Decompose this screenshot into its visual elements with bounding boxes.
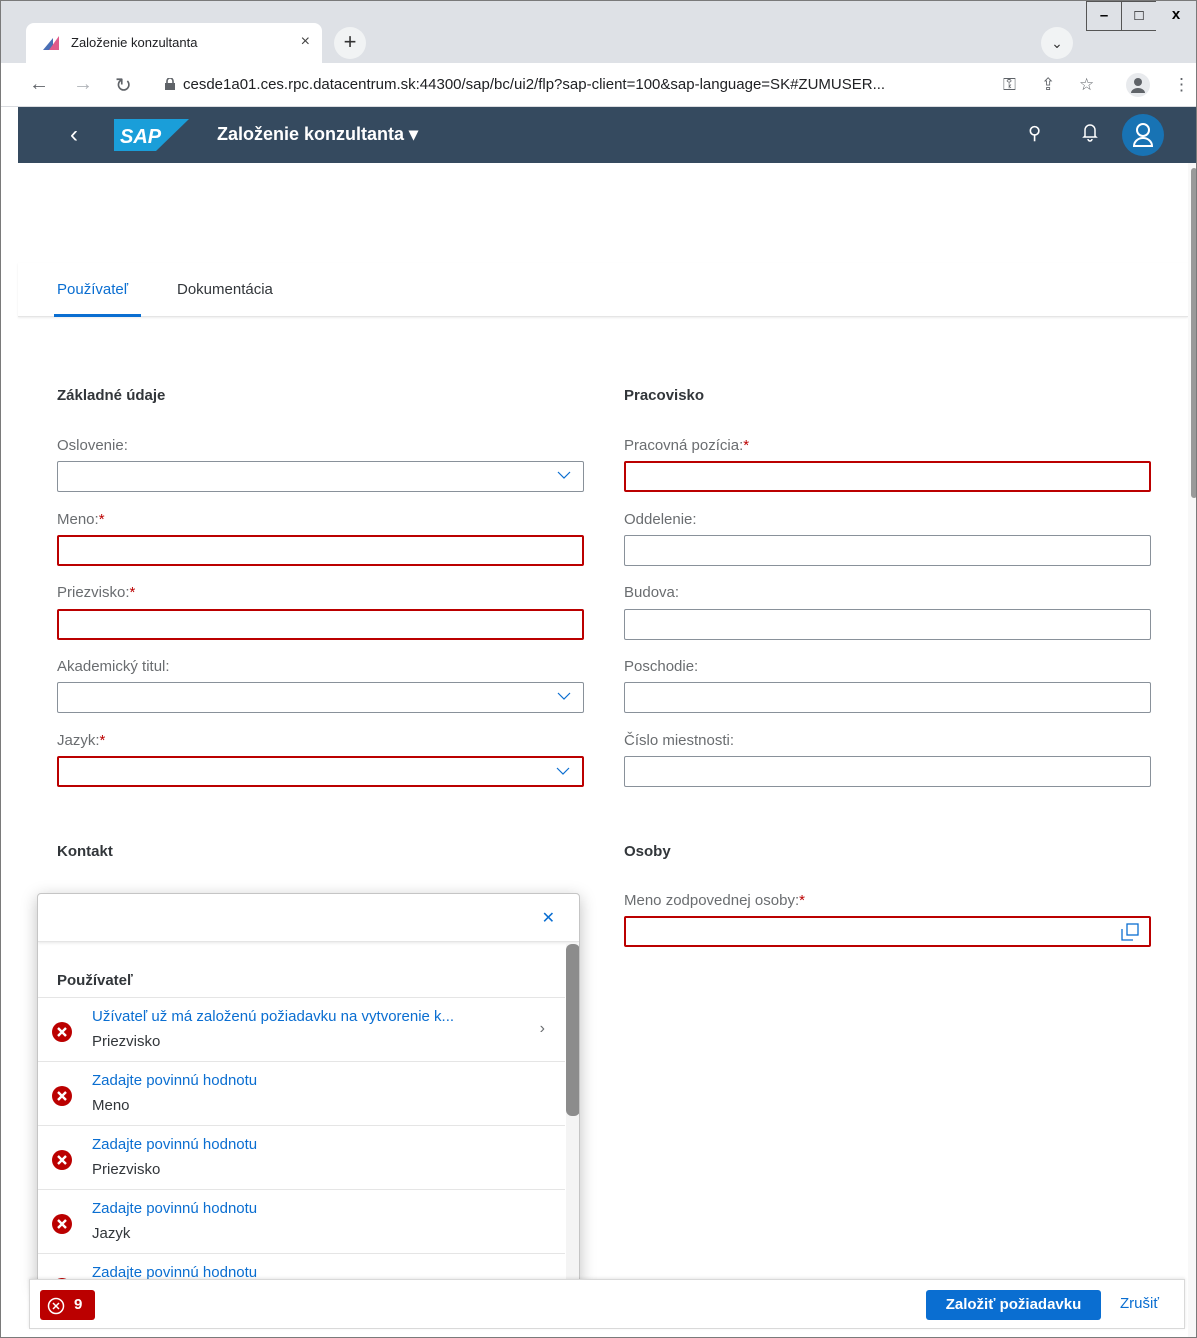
error-icon [52,1150,72,1170]
menu-kebab-icon[interactable]: ⋮ [1173,75,1190,95]
page-scrollbar[interactable] [1188,163,1196,1337]
language-label: Jazyk:* [57,732,106,749]
message-item[interactable]: Zadajte povinnú hodnotu Meno [38,1061,565,1125]
tab-title: Založenie konzultanta [71,35,198,50]
message-item[interactable]: Užívateľ už má založenú požiadavku na vy… [38,997,565,1061]
back-arrow-icon[interactable]: ← [29,73,49,96]
salutation-select[interactable] [57,461,584,492]
tab-documentation[interactable]: Dokumentácia [177,281,273,298]
popover-scroll-thumb[interactable] [566,944,579,1116]
first-name-input[interactable] [57,535,584,566]
key-icon[interactable]: ⚿ [1003,75,1016,95]
shell-back-icon[interactable]: ‹ [70,121,78,149]
responsible-person-input[interactable] [624,916,1151,947]
department-label: Oddelenie: [624,511,697,528]
error-icon [52,1086,72,1106]
room-input[interactable] [624,756,1151,787]
svg-text:SAP: SAP [120,126,162,148]
message-title[interactable]: Zadajte povinnú hodnotu [92,1072,257,1089]
message-subtitle: Meno [92,1097,130,1114]
error-icon [52,1214,72,1234]
cancel-button[interactable]: Zrušiť [1120,1295,1159,1312]
forward-arrow-icon[interactable]: → [73,73,93,96]
error-circle-icon [47,1297,65,1315]
search-icon[interactable]: ⚲ [1028,123,1041,144]
message-title[interactable]: Užívateľ už má založenú požiadavku na vy… [92,1008,454,1025]
first-name-label: Meno:* [57,511,105,528]
academic-title-label: Akademický titul: [57,658,170,675]
reload-icon[interactable]: ↻ [115,73,132,98]
submit-request-button[interactable]: Založiť požiadavku [926,1290,1101,1320]
browser-window: Založenie konzultanta × + ⌄ – □ x ← → ↻ … [0,0,1197,1338]
lock-icon [165,78,175,90]
error-count: 9 [74,1296,83,1313]
maximize-button[interactable]: □ [1121,1,1157,31]
chevron-down-icon[interactable] [557,689,571,703]
browser-tabbar: Založenie konzultanta × + ⌄ – □ x [1,1,1196,63]
section-workplace: Pracovisko [624,387,705,404]
building-input[interactable] [624,609,1151,640]
window-controls: – □ x [1086,1,1196,33]
profile-icon[interactable] [1126,73,1150,97]
close-icon[interactable]: ✕ [542,908,555,928]
tab-user[interactable]: Používateľ [57,281,128,298]
section-persons: Osoby [624,843,671,860]
page-scroll-thumb[interactable] [1191,168,1196,498]
section-contact: Kontakt [57,843,113,860]
sap-favicon-icon [43,36,59,50]
floor-label: Poschodie: [624,658,699,675]
url-field[interactable]: cesde1a01.ces.rpc.datacentrum.sk:44300/s… [153,70,1113,100]
new-tab-button[interactable]: + [334,27,366,59]
section-basic-data: Základné údaje [57,387,166,404]
message-group-title: Používateľ [57,972,133,989]
chevron-down-icon[interactable] [557,468,571,482]
popover-header: ✕ [38,894,579,942]
chevron-down-icon[interactable] [556,764,570,778]
address-bar: ← → ↻ cesde1a01.ces.rpc.datacentrum.sk:4… [1,63,1196,107]
browser-tab[interactable]: Založenie konzultanta × [26,23,322,63]
message-item[interactable]: Zadajte povinnú hodnotu Jazyk [38,1189,565,1253]
app-title[interactable]: Založenie konzultanta ▾ [217,124,418,145]
position-label: Pracovná pozícia:* [624,437,750,454]
user-avatar-icon[interactable] [1122,114,1164,156]
footer-toolbar: 9 Založiť požiadavku Zrušiť [29,1279,1185,1329]
academic-title-select[interactable] [57,682,584,713]
notification-bell-icon[interactable] [1082,122,1098,142]
department-input[interactable] [624,535,1151,566]
close-window-button[interactable]: x [1156,1,1196,31]
last-name-label: Priezvisko:* [57,584,136,601]
message-title[interactable]: Zadajte povinnú hodnotu [92,1136,257,1153]
last-name-input[interactable] [57,609,584,640]
minimize-button[interactable]: – [1086,1,1122,31]
message-item[interactable]: Zadajte povinnú hodnotu Priezvisko [38,1125,565,1189]
star-icon[interactable]: ☆ [1079,75,1094,95]
chevron-right-icon[interactable]: › [540,1020,545,1038]
language-select[interactable] [57,756,584,787]
message-popover: ✕ Používateľ Užívateľ už má založenú pož… [37,893,580,1287]
message-title[interactable]: Zadajte povinnú hodnotu [92,1200,257,1217]
tab-close-icon[interactable]: × [301,33,310,51]
url-text: cesde1a01.ces.rpc.datacentrum.sk:44300/s… [183,76,886,93]
popover-scrollbar[interactable] [566,944,579,1284]
message-subtitle: Priezvisko [92,1161,161,1178]
floor-input[interactable] [624,682,1151,713]
tab-search-icon[interactable]: ⌄ [1041,27,1073,59]
responsible-person-label: Meno zodpovednej osoby:* [624,892,805,909]
message-subtitle: Priezvisko [92,1033,161,1050]
error-messages-button[interactable]: 9 [40,1290,95,1320]
tab-active-indicator [54,314,141,317]
position-input[interactable] [624,461,1151,492]
salutation-label: Oslovenie: [57,437,128,454]
sap-logo[interactable]: SAP [114,119,189,151]
message-list: Užívateľ už má založenú požiadavku na vy… [38,997,565,1286]
icon-tab-bar: Používateľ Dokumentácia [18,263,1188,317]
message-subtitle: Jazyk [92,1225,131,1242]
building-label: Budova: [624,584,680,601]
room-label: Číslo miestnosti: [624,732,735,749]
sap-shellbar: ‹ SAP Založenie konzultanta ▾ ⚲ [18,107,1196,163]
share-icon[interactable]: ⇪ [1041,75,1055,95]
error-icon [52,1022,72,1042]
value-help-icon[interactable] [1121,923,1139,941]
